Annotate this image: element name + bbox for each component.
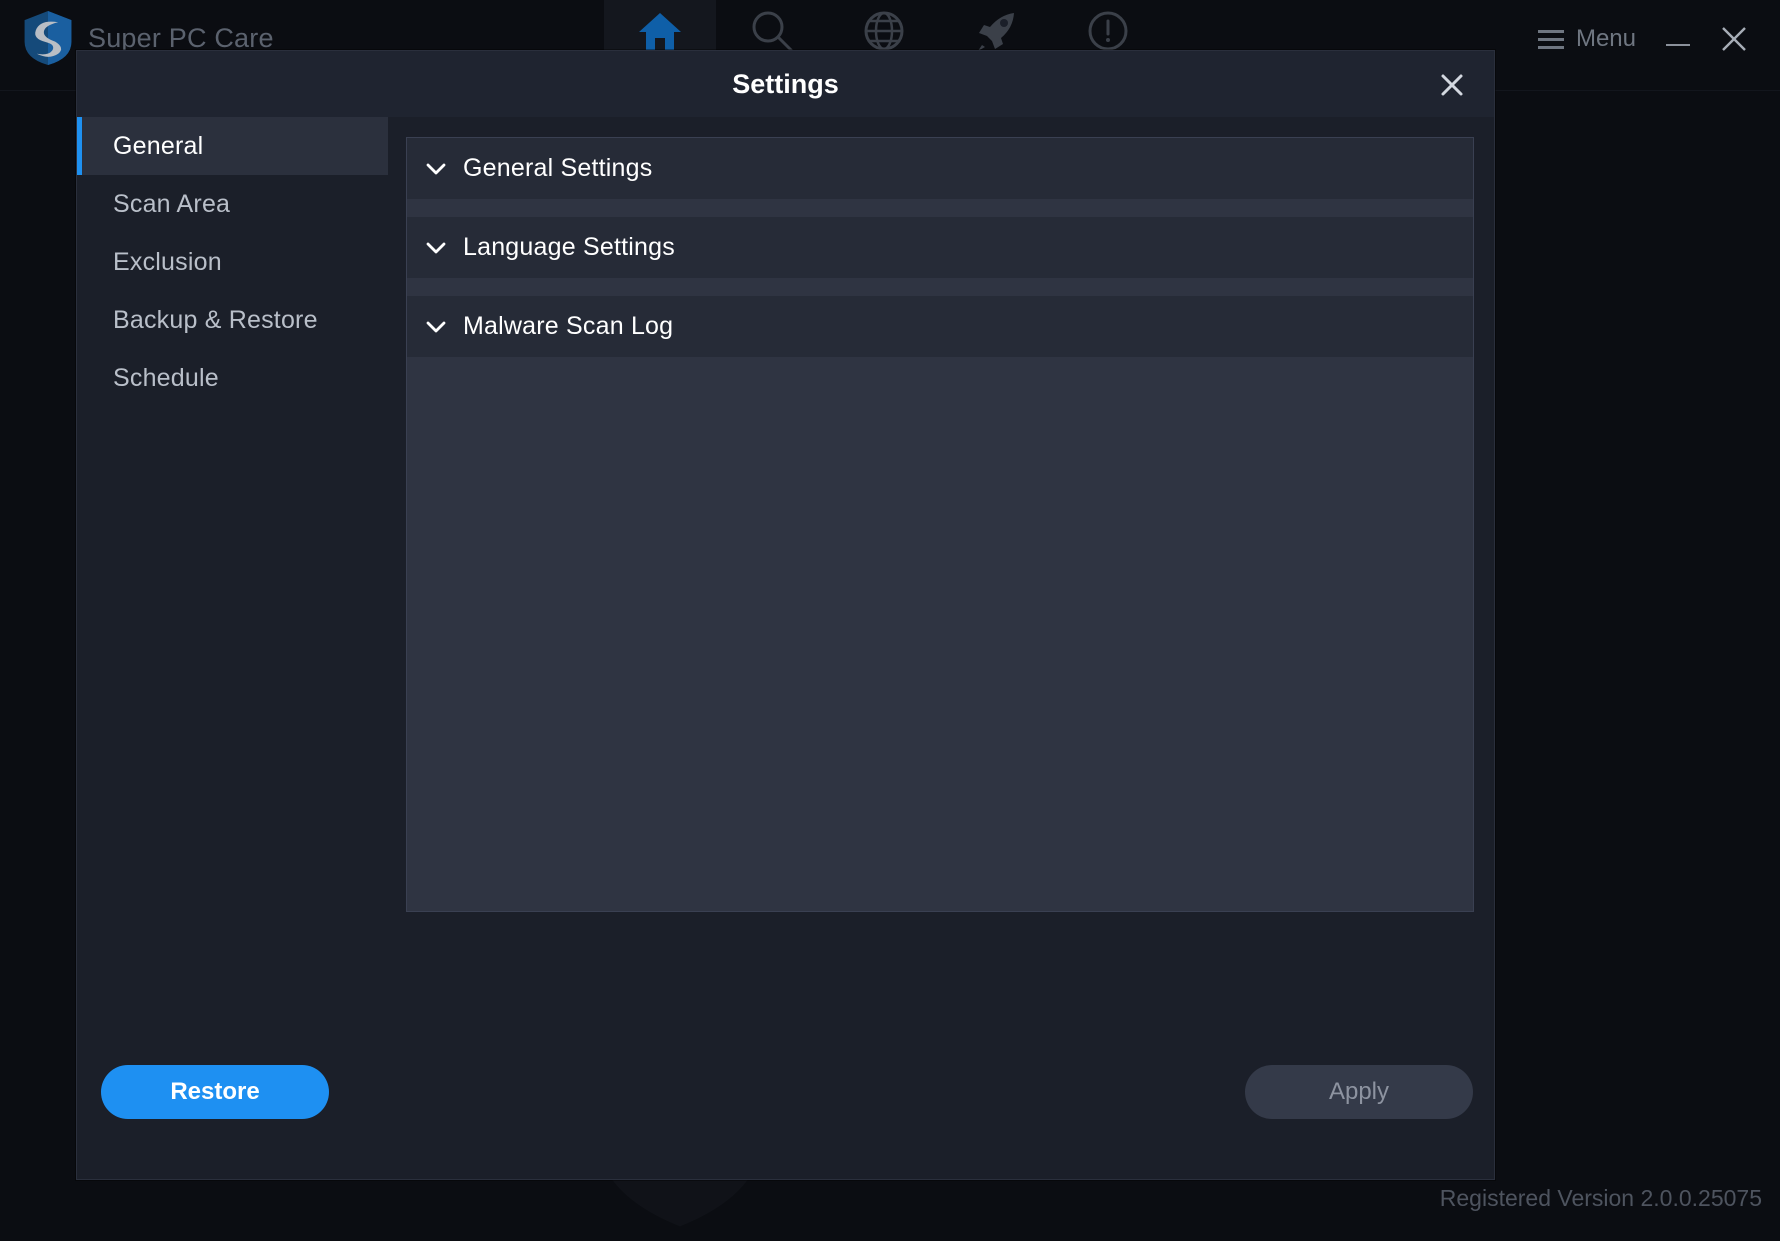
- sidebar-item-exclusion[interactable]: Exclusion: [77, 233, 388, 291]
- apply-button[interactable]: Apply: [1245, 1065, 1473, 1119]
- hamburger-icon: [1537, 29, 1564, 49]
- accordion-label: Malware Scan Log: [463, 312, 674, 340]
- sidebar-item-label: Exclusion: [113, 247, 222, 276]
- accordion-section-general-settings: General Settings: [407, 138, 1473, 199]
- dialog-header: Settings: [77, 51, 1494, 117]
- accordion-label: Language Settings: [463, 233, 675, 261]
- close-window-button[interactable]: [1706, 16, 1762, 62]
- accordion-divider: [407, 199, 1473, 217]
- home-icon: [639, 13, 681, 50]
- dialog-close-button[interactable]: [1432, 67, 1472, 103]
- dialog-body: General Scan Area Exclusion Backup & Res…: [77, 117, 1494, 1179]
- menu-button[interactable]: Menu: [1524, 19, 1650, 59]
- sidebar-item-label: Backup & Restore: [113, 305, 318, 334]
- sidebar-item-label: Schedule: [113, 363, 219, 392]
- menu-label: Menu: [1575, 25, 1636, 52]
- settings-content: General Settings Language Settings Malwa…: [388, 117, 1494, 1179]
- globe-icon: [864, 11, 904, 51]
- accordion-section-language-settings: Language Settings: [407, 217, 1473, 278]
- sidebar-item-label: General: [113, 131, 204, 160]
- sidebar-item-scan-area[interactable]: Scan Area: [77, 175, 388, 233]
- shield-s-logo-icon: [24, 11, 72, 65]
- sidebar-item-backup-restore[interactable]: Backup & Restore: [77, 291, 388, 349]
- chevron-down-icon: [425, 237, 447, 259]
- accordion-divider: [407, 278, 1473, 296]
- accordion-header-malware-scan-log[interactable]: Malware Scan Log: [407, 296, 1473, 357]
- version-status-text: Registered Version 2.0.0.25075: [1439, 1185, 1762, 1211]
- accordion-header-general-settings[interactable]: General Settings: [407, 138, 1473, 199]
- settings-accordion-panel: General Settings Language Settings Malwa…: [406, 137, 1474, 912]
- app-title: Super PC Care: [88, 22, 274, 53]
- rocket-icon: [978, 13, 1014, 51]
- accordion-header-language-settings[interactable]: Language Settings: [407, 217, 1473, 278]
- chevron-down-icon: [425, 316, 447, 338]
- close-icon: [1441, 74, 1463, 96]
- accordion-section-malware-scan-log: Malware Scan Log: [407, 296, 1473, 357]
- chevron-down-icon: [425, 158, 447, 180]
- sidebar-item-schedule[interactable]: Schedule: [77, 349, 388, 407]
- minimize-icon: [1666, 44, 1690, 46]
- sidebar-item-label: Scan Area: [113, 189, 231, 218]
- search-icon: [752, 11, 793, 52]
- restore-button[interactable]: Restore: [101, 1065, 329, 1119]
- settings-dialog: Settings General Scan Area Exclusion Bac…: [76, 50, 1495, 1180]
- window-controls: Menu: [1524, 16, 1762, 62]
- settings-sidebar: General Scan Area Exclusion Backup & Res…: [77, 117, 389, 1179]
- sidebar-item-general[interactable]: General: [77, 117, 388, 175]
- close-icon: [1722, 27, 1746, 51]
- accordion-label: General Settings: [463, 154, 653, 182]
- dialog-title: Settings: [732, 69, 839, 99]
- exclamation-circle-icon: [1088, 11, 1128, 51]
- dialog-footer: Restore Apply: [77, 1043, 1494, 1179]
- minimize-button[interactable]: [1650, 16, 1706, 62]
- app-window: Super PC Care Menu Settings General Scan…: [0, 0, 1780, 1241]
